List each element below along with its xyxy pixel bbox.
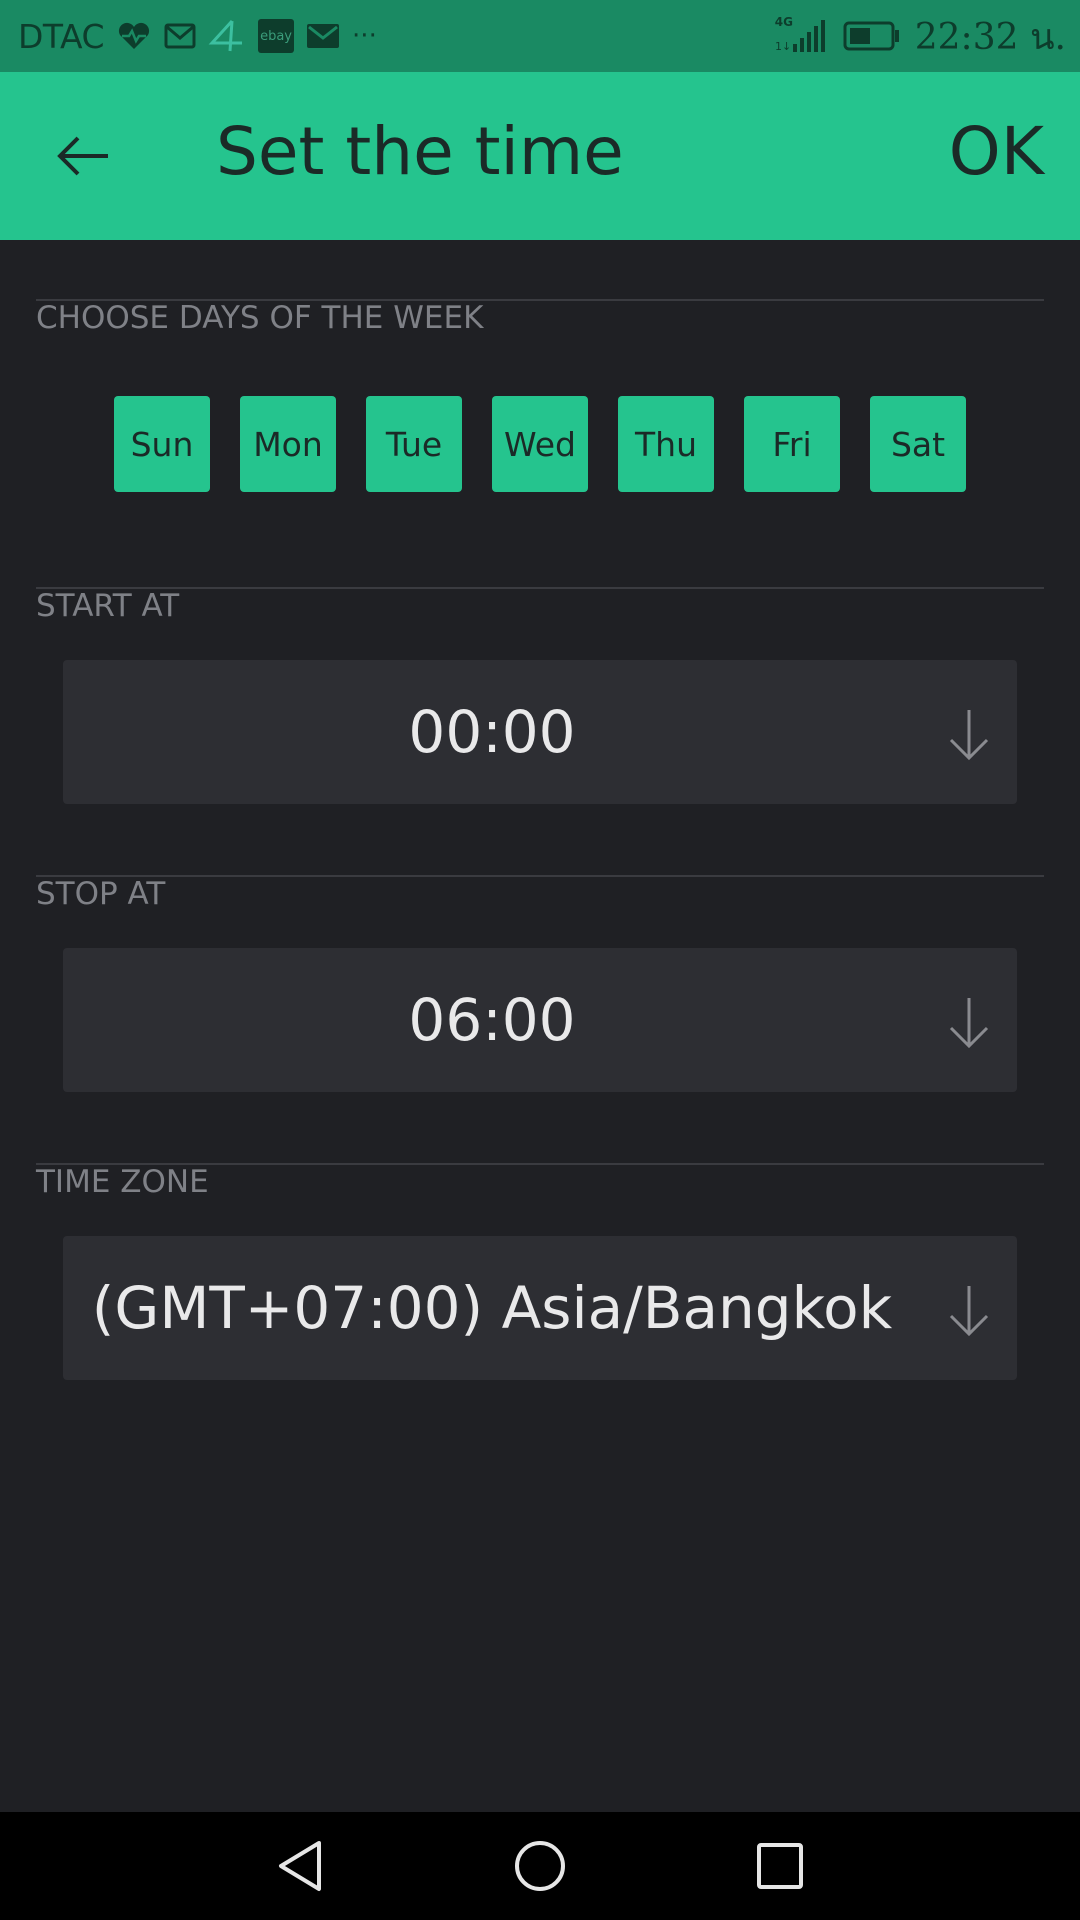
stop-time-picker[interactable]: 06:00: [63, 948, 1017, 1092]
heart-rate-icon: [116, 19, 152, 53]
page-title: Set the time: [216, 113, 624, 190]
timezone-section-label: TIME ZONE: [36, 1164, 209, 1200]
battery-icon: [843, 19, 901, 53]
mail-icon: [306, 19, 340, 53]
arrow-down-icon: [945, 1278, 993, 1342]
stop-time-value: 06:00: [408, 986, 576, 1054]
gmail-icon: [164, 19, 196, 53]
start-time-value: 00:00: [408, 698, 576, 766]
day-toggle-sat[interactable]: Sat: [870, 396, 966, 492]
back-triangle-icon: [279, 1841, 321, 1891]
timezone-value: (GMT+07:00) Asia/Bangkok: [91, 1274, 893, 1342]
system-nav-bar: [0, 1812, 1080, 1920]
back-button[interactable]: [44, 116, 124, 196]
recents-square-icon: [757, 1843, 803, 1889]
start-time-picker[interactable]: 00:00: [63, 660, 1017, 804]
signal-4g-icon: 4G 1↓: [775, 15, 829, 53]
nav-back-button[interactable]: [270, 1836, 330, 1896]
ebay-label: ebay: [260, 28, 292, 44]
start-section-label: START AT: [36, 588, 180, 624]
arrow-down-icon: [945, 702, 993, 766]
ok-button[interactable]: OK: [949, 112, 1044, 192]
day-toggle-thu[interactable]: Thu: [618, 396, 714, 492]
app-bar: Set the time OK: [0, 72, 1080, 240]
status-bar: DTAC ebay ··· 4G 1↓ 22:32 น.: [0, 0, 1080, 72]
arrow-down-icon: [945, 990, 993, 1054]
ebay-icon: ebay: [258, 19, 295, 53]
svg-text:1↓: 1↓: [775, 40, 791, 53]
day-toggle-tue[interactable]: Tue: [366, 396, 462, 492]
section-divider: [36, 587, 1044, 589]
nav-recents-button[interactable]: [750, 1836, 810, 1896]
stop-section-label: STOP AT: [36, 876, 166, 912]
arrow-left-icon: [57, 136, 108, 176]
carrier-name: DTAC: [18, 16, 105, 56]
nav-home-button[interactable]: [510, 1836, 570, 1896]
day-toggle-fri[interactable]: Fri: [744, 396, 840, 492]
network-type: 4G: [774, 15, 793, 29]
home-circle-icon: [515, 1841, 565, 1891]
day-toggle-wed[interactable]: Wed: [492, 396, 588, 492]
more-dots-icon: ···: [352, 21, 377, 51]
day-toggle-mon[interactable]: Mon: [240, 396, 336, 492]
section-divider: [36, 875, 1044, 877]
number-4-icon: [208, 19, 246, 53]
status-time: 22:32 น.: [914, 16, 1066, 58]
days-section-label: CHOOSE DAYS OF THE WEEK: [36, 300, 484, 336]
days-of-week-row: Sun Mon Tue Wed Thu Fri Sat: [114, 396, 966, 492]
day-toggle-sun[interactable]: Sun: [114, 396, 210, 492]
timezone-picker[interactable]: (GMT+07:00) Asia/Bangkok: [63, 1236, 1017, 1380]
